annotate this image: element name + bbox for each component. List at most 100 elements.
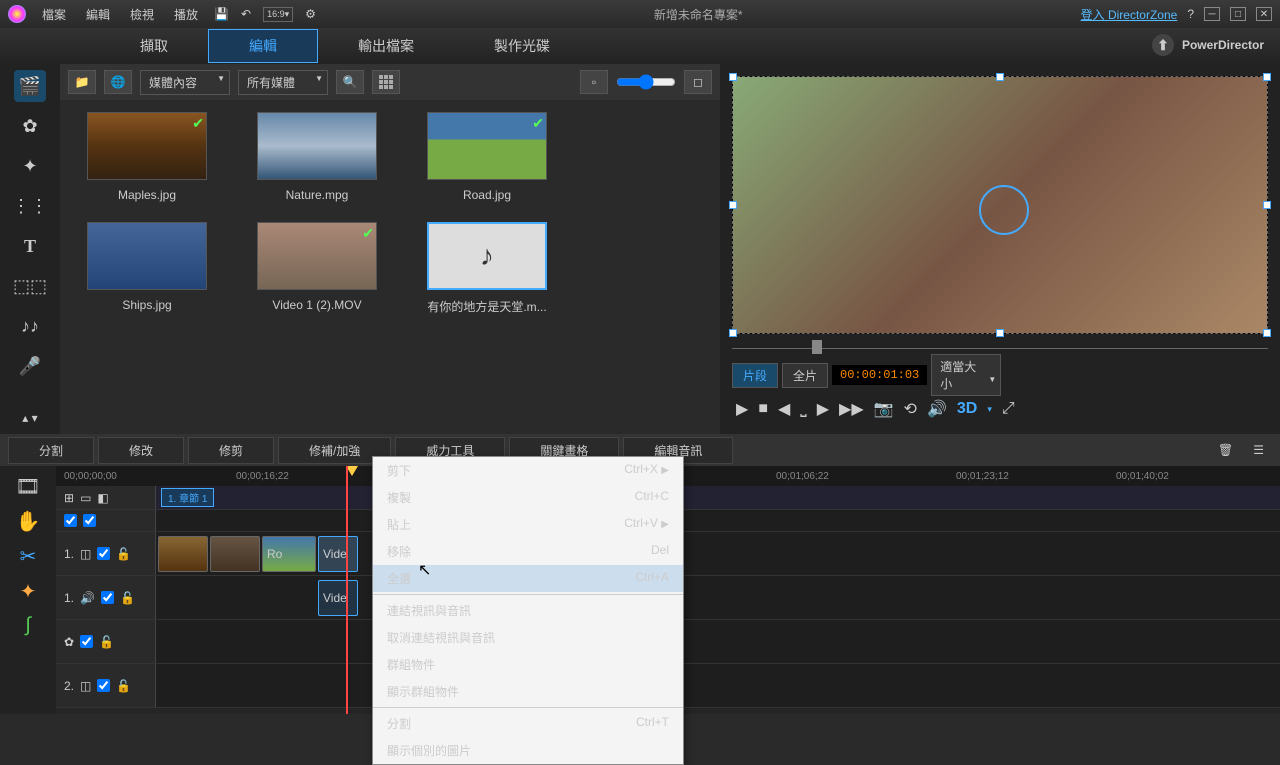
track-enable[interactable]: [83, 514, 96, 527]
loop-icon[interactable]: ⟲: [904, 399, 917, 419]
menu-edit[interactable]: 編輯: [82, 4, 114, 25]
context-menu: 剪下Ctrl+X ▶ 複製Ctrl+C 貼上Ctrl+V ▶ 移除Del 全選C…: [372, 456, 684, 765]
audio-room-icon[interactable]: ♪♪: [14, 310, 46, 342]
transition-room-icon[interactable]: ⬚⬚: [14, 270, 46, 302]
3d-button[interactable]: 3D: [957, 400, 977, 418]
import-folder-icon[interactable]: 📁: [68, 70, 96, 94]
view-icon[interactable]: ▭: [80, 491, 91, 505]
lock-icon[interactable]: 🔓: [116, 547, 131, 561]
ratio-icon[interactable]: 16:9▾: [263, 7, 293, 22]
grid-view-icon[interactable]: [372, 70, 400, 94]
fit-dropdown[interactable]: 適當大小: [931, 354, 1001, 396]
media-item[interactable]: ✔ Video 1 (2).MOV: [242, 222, 392, 315]
view-small-icon[interactable]: ▫: [580, 70, 608, 94]
stop-icon[interactable]: ■: [758, 400, 768, 418]
track-visible[interactable]: [80, 635, 93, 648]
media-item[interactable]: ♪ 有你的地方是天堂.m...: [412, 222, 562, 315]
voice-room-icon[interactable]: 🎤: [14, 350, 46, 382]
media-item[interactable]: ✔ Maples.jpg: [72, 112, 222, 202]
chapter-marker[interactable]: 1. 章節 1: [161, 488, 214, 507]
undock-icon[interactable]: ⤢: [1002, 400, 1015, 418]
menu-play[interactable]: 播放: [170, 4, 202, 25]
more-icon[interactable]: ☰: [1245, 439, 1272, 461]
timeline-clip[interactable]: Ro: [262, 536, 316, 572]
signin-link[interactable]: 登入 DirectorZone: [1081, 6, 1178, 23]
timeline-clip[interactable]: [210, 536, 260, 572]
title-room-icon[interactable]: T: [14, 230, 46, 262]
cut-tool-icon[interactable]: ✂: [20, 544, 37, 569]
particle-room-icon[interactable]: ⋮⋮: [14, 190, 46, 222]
media-item[interactable]: Nature.mpg: [242, 112, 392, 202]
check-icon: ✔: [532, 115, 544, 132]
track-visible[interactable]: [64, 514, 77, 527]
snap-icon[interactable]: ⊞: [64, 491, 74, 505]
playhead[interactable]: [346, 466, 348, 714]
filter-dropdown[interactable]: 所有媒體: [238, 70, 328, 95]
snapshot-icon[interactable]: 📷: [874, 399, 894, 419]
lock-icon[interactable]: 🔓: [120, 591, 135, 605]
movie-mode-button[interactable]: 全片: [782, 363, 828, 388]
search-icon[interactable]: 🔍: [336, 70, 364, 94]
movie-icon[interactable]: 🎞: [15, 474, 40, 499]
marker-icon[interactable]: ◧: [97, 491, 108, 505]
help-icon[interactable]: ?: [1187, 7, 1194, 21]
lock-icon[interactable]: 🔓: [116, 679, 131, 693]
next-frame-icon[interactable]: ▶▶: [839, 399, 864, 419]
wave-tool-icon[interactable]: ∫: [25, 614, 30, 637]
cm-unlink[interactable]: 取消連結視訊與音訊: [373, 624, 683, 651]
collapse-icon[interactable]: ▴ ▾: [14, 402, 46, 434]
settings-icon[interactable]: ⚙: [305, 7, 316, 21]
cm-copy[interactable]: 複製Ctrl+C: [373, 484, 683, 511]
undo-icon[interactable]: ↶: [241, 7, 251, 21]
timeline-clip[interactable]: Vide: [318, 536, 358, 572]
tl-tab-split[interactable]: 分割: [8, 437, 94, 464]
timeline-clip[interactable]: Vide: [318, 580, 358, 616]
upload-icon[interactable]: ⬆: [1152, 34, 1174, 56]
minimize-icon[interactable]: ─: [1204, 7, 1220, 21]
effect-room-icon[interactable]: ✿: [14, 110, 46, 142]
maximize-icon[interactable]: □: [1230, 7, 1246, 21]
tab-edit[interactable]: 編輯: [208, 29, 318, 63]
close-icon[interactable]: ✕: [1256, 7, 1272, 21]
track-visible[interactable]: [101, 591, 114, 604]
delete-icon[interactable]: 🗑: [1210, 439, 1241, 461]
fast-play-icon[interactable]: ▶: [817, 399, 829, 419]
clip-mode-button[interactable]: 片段: [732, 363, 778, 388]
volume-icon[interactable]: 🔊: [927, 399, 947, 419]
magic-tool-icon[interactable]: ✦: [20, 579, 37, 604]
tl-tab-trim[interactable]: 修剪: [188, 437, 274, 464]
media-room-icon[interactable]: 🎬: [14, 70, 46, 102]
view-large-icon[interactable]: ◻: [684, 70, 712, 94]
track-visible[interactable]: [97, 679, 110, 692]
menu-view[interactable]: 檢視: [126, 4, 158, 25]
preview-viewport[interactable]: [732, 76, 1268, 334]
main-tabs: 擷取 編輯 輸出檔案 製作光碟: [0, 28, 1280, 64]
cursor-icon: ↖: [418, 560, 431, 580]
save-icon[interactable]: 💾: [214, 7, 229, 21]
hand-tool-icon[interactable]: ✋: [16, 509, 41, 534]
lock-icon[interactable]: 🔓: [99, 635, 114, 649]
media-item[interactable]: ✔ Road.jpg: [412, 112, 562, 202]
timecode[interactable]: 00:00:01:03: [832, 365, 927, 385]
zoom-slider[interactable]: [616, 74, 676, 90]
prev-frame-icon[interactable]: ◀: [778, 399, 790, 419]
tab-capture[interactable]: 擷取: [100, 30, 208, 62]
cm-cut[interactable]: 剪下Ctrl+X ▶: [373, 457, 683, 484]
menu-file[interactable]: 檔案: [38, 4, 70, 25]
tab-disc[interactable]: 製作光碟: [454, 30, 590, 62]
download-icon[interactable]: 🌐: [104, 70, 132, 94]
tab-produce[interactable]: 輸出檔案: [318, 30, 454, 62]
pip-room-icon[interactable]: ✦: [14, 150, 46, 182]
titlebar: 檔案 編輯 檢視 播放 💾 ↶ 16:9▾ ⚙ 新增未命名專案* 登入 Dire…: [0, 0, 1280, 28]
window-title: 新增未命名專案*: [328, 6, 1069, 23]
cm-split[interactable]: 分割Ctrl+T: [373, 710, 683, 737]
content-dropdown[interactable]: 媒體內容: [140, 70, 230, 95]
tl-tab-modify[interactable]: 修改: [98, 437, 184, 464]
cm-link: 連結視訊與音訊: [373, 597, 683, 624]
mark-in-icon[interactable]: ⎵: [800, 400, 806, 418]
timeline-clip[interactable]: [158, 536, 208, 572]
track-visible[interactable]: [97, 547, 110, 560]
media-item[interactable]: Ships.jpg: [72, 222, 222, 315]
room-tools: 🎬 ✿ ✦ ⋮⋮ T ⬚⬚ ♪♪ 🎤 ▴ ▾: [0, 64, 60, 434]
play-icon[interactable]: ▶: [736, 399, 748, 419]
